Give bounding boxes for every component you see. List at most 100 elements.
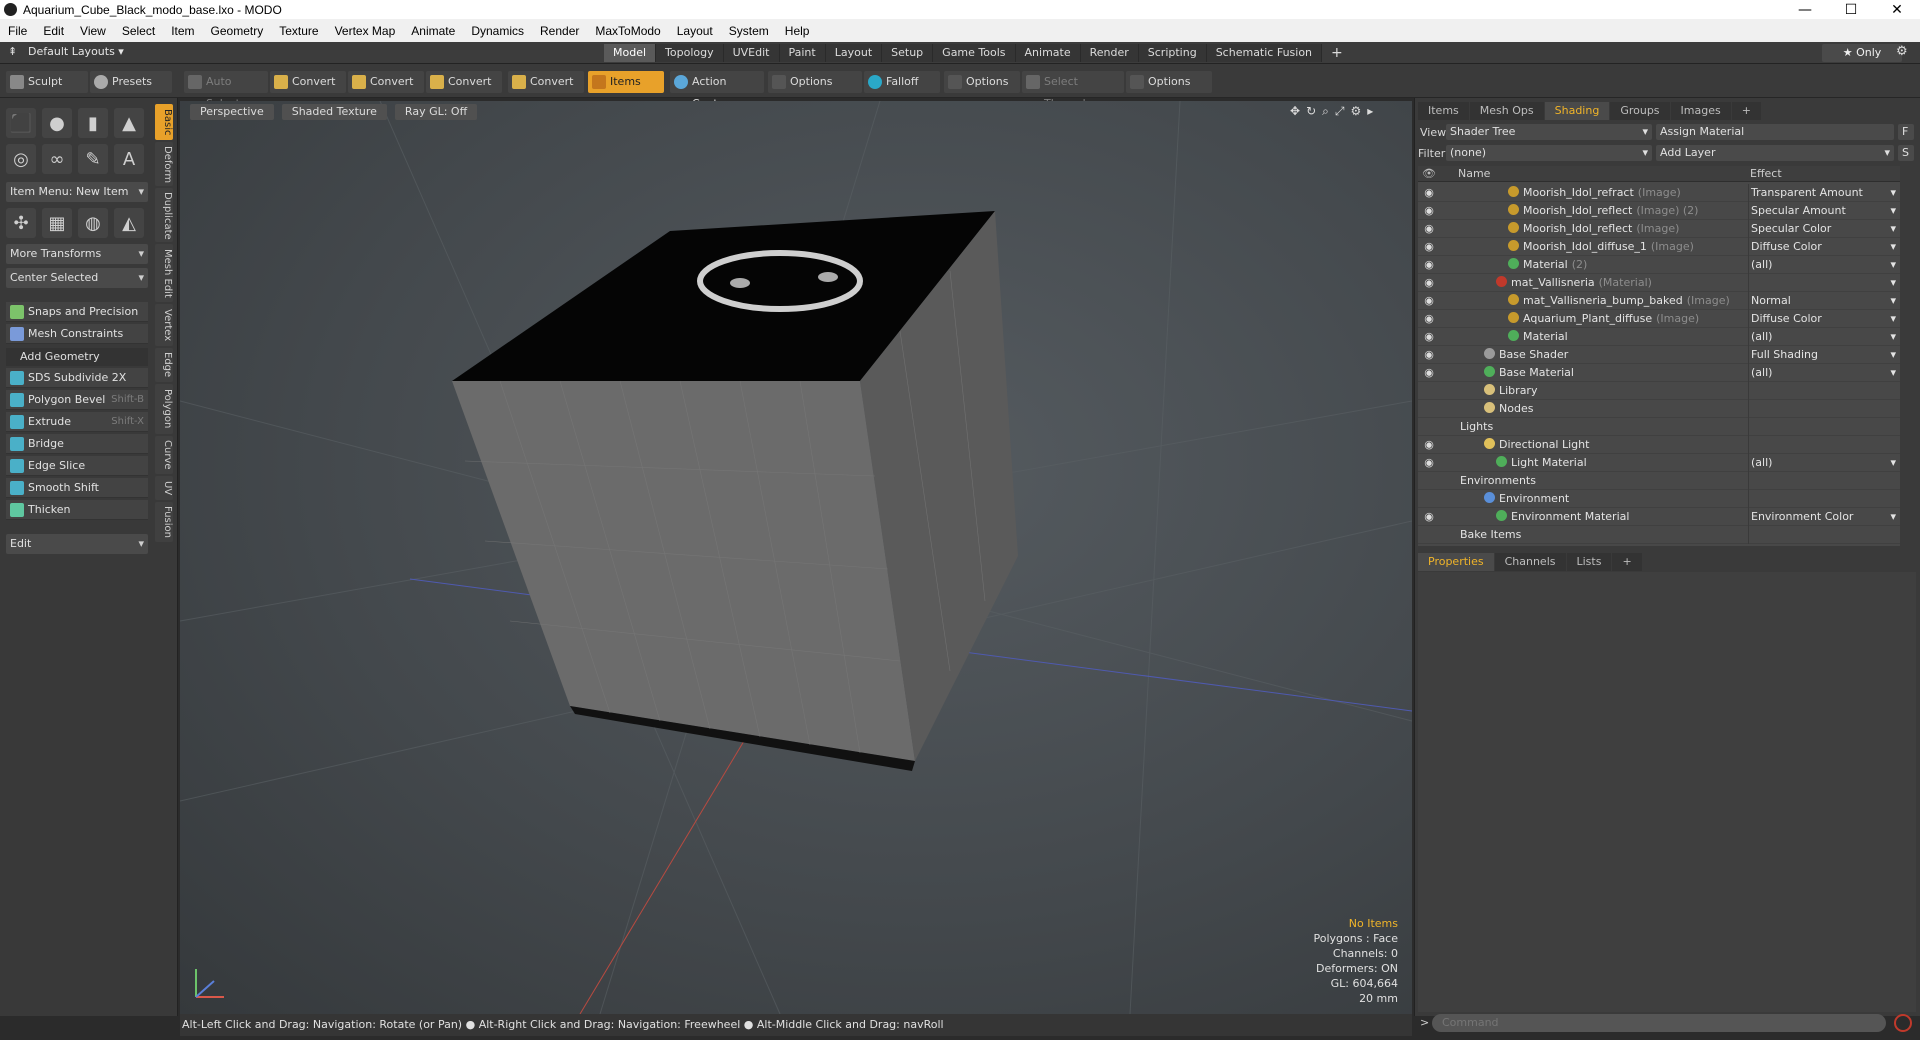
vtab-fusion[interactable]: Fusion xyxy=(155,502,173,542)
shader-tree-row[interactable]: ◉ Base Shader Full Shading xyxy=(1418,346,1900,364)
grid-icon[interactable]: ▦ xyxy=(42,208,72,238)
menu-file[interactable]: File xyxy=(0,24,35,38)
vtab-curve[interactable]: Curve xyxy=(155,436,173,474)
shader-tree-row[interactable]: ◉ Moorish_Idol_refract (Image) Transparent … xyxy=(1418,184,1900,202)
rotate-icon[interactable]: ↻ xyxy=(1306,104,1316,119)
falloff-options-button[interactable]: Options xyxy=(944,71,1020,93)
item-menu-dropdown[interactable]: Item Menu: New Item xyxy=(6,182,148,202)
effect-dropdown[interactable]: (all) xyxy=(1748,364,1900,382)
visibility-eye-icon[interactable]: ◉ xyxy=(1422,258,1436,272)
shader-tree-row[interactable]: ◉ Material (2) (all) xyxy=(1418,256,1900,274)
vtab-duplicate[interactable]: Duplicate xyxy=(155,188,173,242)
visibility-eye-icon[interactable]: ◉ xyxy=(1422,348,1436,362)
auto-select-button[interactable]: Auto Select xyxy=(184,71,268,110)
edit-dropdown[interactable]: Edit xyxy=(6,534,148,554)
shader-tree-row[interactable]: Library xyxy=(1418,382,1900,400)
menu-edit[interactable]: Edit xyxy=(35,24,72,38)
more-transforms-dropdown[interactable]: More Transforms xyxy=(6,244,148,264)
vtab-polygon[interactable]: Polygon xyxy=(155,384,173,434)
menu-animate[interactable]: Animate xyxy=(403,24,463,38)
zoom-icon[interactable]: ⌕ xyxy=(1322,104,1329,119)
menu-texture[interactable]: Texture xyxy=(271,24,326,38)
visibility-eye-icon[interactable]: ◉ xyxy=(1422,510,1436,524)
cone-primitive-icon[interactable]: ▲ xyxy=(114,108,144,138)
shader-tree-row[interactable]: ◉ Moorish_Idol_reflect (Image) Specular Col… xyxy=(1418,220,1900,238)
vtab-uv[interactable]: UV xyxy=(155,476,173,500)
menu-maxtomodo[interactable]: MaxToModo xyxy=(587,24,668,38)
close-button[interactable]: ✕ xyxy=(1874,2,1920,18)
effect-dropdown[interactable]: Diffuse Color xyxy=(1748,310,1900,328)
shader-tree-row[interactable]: Lights xyxy=(1418,418,1900,436)
shader-tree-row[interactable]: ◉ mat_Vallisneria (Material) xyxy=(1418,274,1900,292)
visibility-eye-icon[interactable]: ◉ xyxy=(1422,330,1436,344)
tab-lists[interactable]: Lists xyxy=(1566,553,1612,571)
menu-system[interactable]: System xyxy=(721,24,777,38)
visibility-eye-icon[interactable]: ◉ xyxy=(1422,240,1436,254)
shader-tree-row[interactable]: ◉ Moorish_Idol_reflect (Image) (2) Specular… xyxy=(1418,202,1900,220)
vtab-edge[interactable]: Edge xyxy=(155,348,173,382)
menu-geometry[interactable]: Geometry xyxy=(203,24,272,38)
s-button[interactable]: S xyxy=(1898,145,1914,161)
pen-tool-icon[interactable]: ✎ xyxy=(78,144,108,174)
tab-paint[interactable]: Paint xyxy=(779,44,826,62)
add-properties-tab-button[interactable]: + xyxy=(1612,553,1642,571)
shaded-texture-button[interactable]: Shaded Texture xyxy=(281,104,387,120)
add-geometry-section[interactable]: Add Geometry xyxy=(6,348,148,366)
view-dropdown[interactable]: Shader Tree xyxy=(1446,124,1652,140)
tab-items[interactable]: Items xyxy=(1418,102,1469,120)
name-column-header[interactable]: Name xyxy=(1458,167,1490,180)
tab-channels[interactable]: Channels xyxy=(1494,553,1566,571)
text-tool-icon[interactable]: A xyxy=(114,144,144,174)
tab-groups[interactable]: Groups xyxy=(1610,102,1670,120)
transform-icon[interactable]: ✣ xyxy=(6,208,36,238)
effect-dropdown[interactable]: (all) xyxy=(1748,328,1900,346)
effect-dropdown[interactable]: Transparent Amount xyxy=(1748,184,1900,202)
shader-tree-row[interactable]: Nodes xyxy=(1418,400,1900,418)
add-layer-dropdown[interactable]: Add Layer xyxy=(1656,145,1894,161)
tab-images[interactable]: Images xyxy=(1670,102,1731,120)
vtab-vertex[interactable]: Vertex xyxy=(155,304,173,346)
convert-edge-button[interactable]: Convert xyxy=(348,71,424,93)
sds-subdivide-button[interactable]: SDS Subdivide 2X xyxy=(6,368,148,388)
edge-slice-button[interactable]: Edge Slice xyxy=(6,456,148,476)
polygon-bevel-button[interactable]: Polygon Bevel Shift-B xyxy=(6,390,148,410)
vtab-basic[interactable]: Basic xyxy=(155,104,173,140)
effect-column-header[interactable]: Effect xyxy=(1750,167,1782,180)
filter-dropdown[interactable]: (none) xyxy=(1446,145,1652,161)
shader-tree-row[interactable]: Environment xyxy=(1418,490,1900,508)
menu-select[interactable]: Select xyxy=(114,24,163,38)
select-through-button[interactable]: Select Through xyxy=(1022,71,1124,110)
tab-shading[interactable]: Shading xyxy=(1544,102,1610,120)
layout-arrow-icon[interactable]: ⇞ xyxy=(8,45,17,58)
shader-tree-row[interactable]: Bake Items xyxy=(1418,526,1900,544)
effect-dropdown[interactable]: (all) xyxy=(1748,454,1900,472)
vtab-deform[interactable]: Deform xyxy=(155,142,173,186)
visibility-eye-icon[interactable]: ◉ xyxy=(1422,186,1436,200)
effect-dropdown[interactable]: Environment Color xyxy=(1748,508,1900,526)
minimize-button[interactable]: — xyxy=(1782,2,1828,18)
mesh-constraints-button[interactable]: Mesh Constraints xyxy=(6,324,148,344)
menu-view[interactable]: View xyxy=(72,24,114,38)
shader-tree-row[interactable]: ◉ Base Material (all) xyxy=(1418,364,1900,382)
default-layouts-dropdown[interactable]: Default Layouts ▾ xyxy=(28,45,124,58)
command-input[interactable] xyxy=(1432,1014,1886,1032)
effect-dropdown[interactable]: Normal xyxy=(1748,292,1900,310)
tab-setup[interactable]: Setup xyxy=(882,44,934,62)
action-center-button[interactable]: Action Center xyxy=(670,71,764,110)
menu-dynamics[interactable]: Dynamics xyxy=(463,24,532,38)
center-selected-dropdown[interactable]: Center Selected xyxy=(6,268,148,288)
shader-tree-row[interactable]: Environments xyxy=(1418,472,1900,490)
cylinder-primitive-icon[interactable]: ▮ xyxy=(78,108,108,138)
falloff-button[interactable]: Falloff xyxy=(864,71,940,93)
rotate-globe-icon[interactable]: ◍ xyxy=(78,208,108,238)
tab-layout[interactable]: Layout xyxy=(825,44,883,62)
visibility-eye-icon[interactable]: ◉ xyxy=(1422,222,1436,236)
menu-vertex-map[interactable]: Vertex Map xyxy=(327,24,404,38)
menu-layout[interactable]: Layout xyxy=(669,24,721,38)
torus-primitive-icon[interactable]: ◎ xyxy=(6,144,36,174)
sculpt-button[interactable]: Sculpt xyxy=(6,71,88,93)
cube-primitive-icon[interactable]: ⬛ xyxy=(6,108,36,138)
tab-game-tools[interactable]: Game Tools xyxy=(933,44,1016,62)
visibility-eye-icon[interactable]: ◉ xyxy=(1422,294,1436,308)
tab-render[interactable]: Render xyxy=(1080,44,1139,62)
